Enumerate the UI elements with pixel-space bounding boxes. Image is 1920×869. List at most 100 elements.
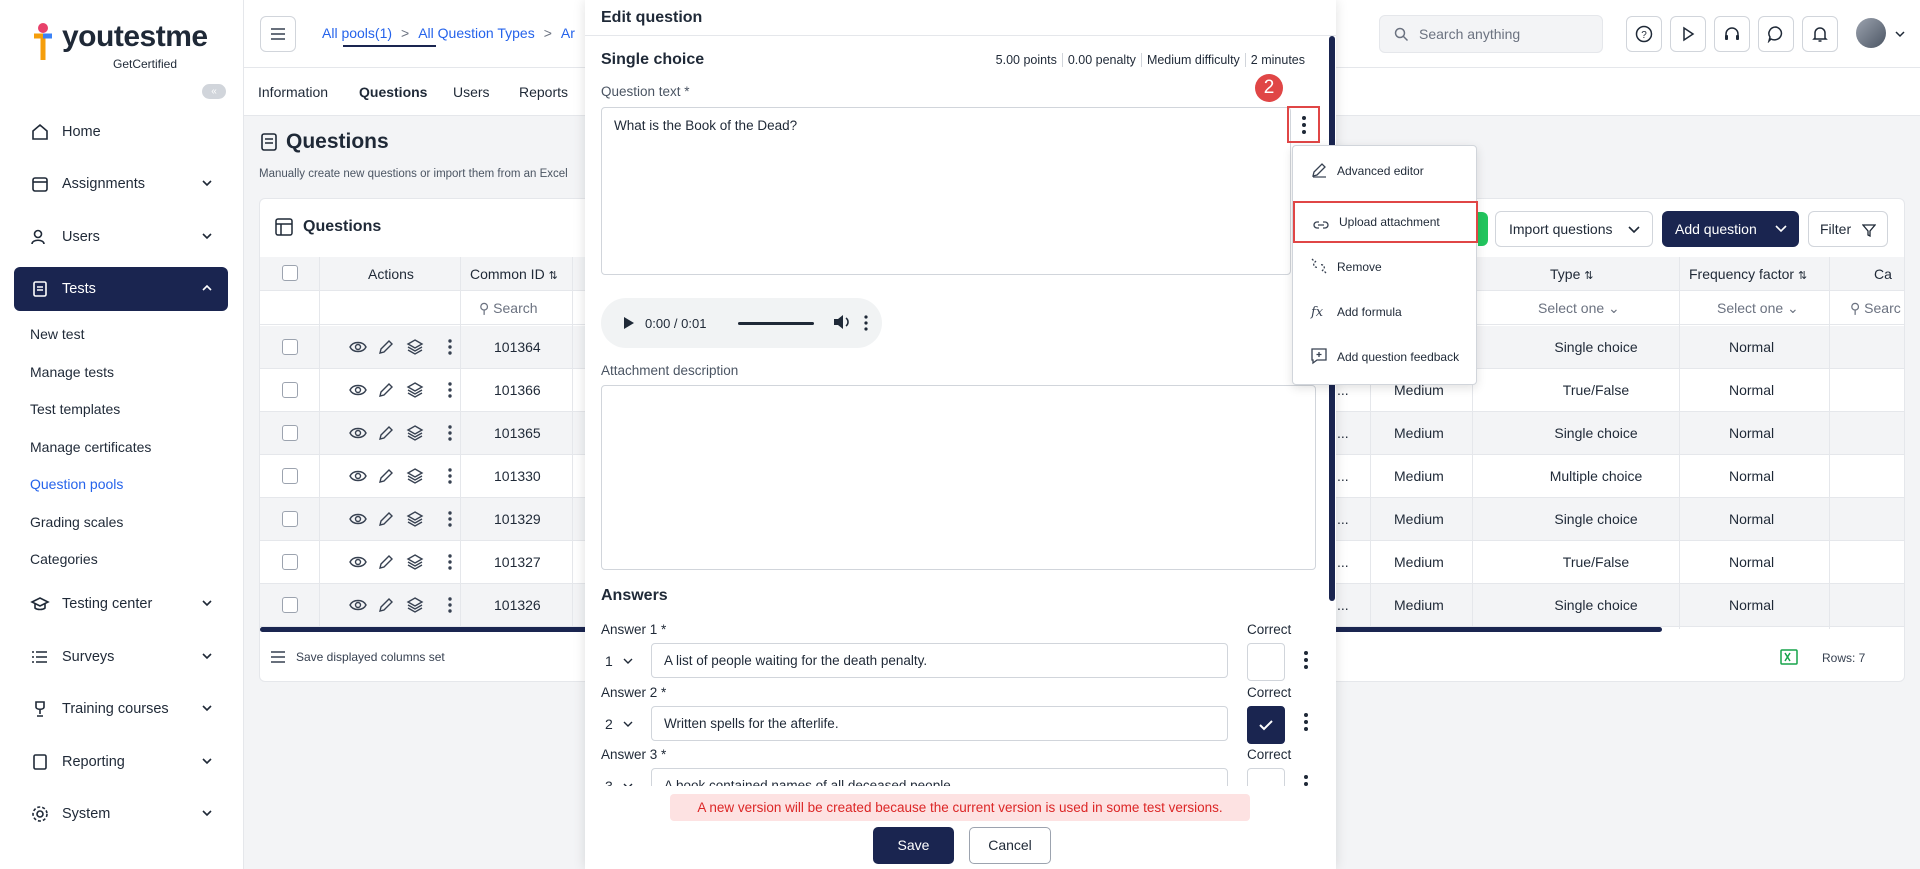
play-icon[interactable]	[623, 316, 635, 330]
nav-tests[interactable]: Tests	[14, 267, 228, 311]
nav-assignments[interactable]: Assignments	[14, 162, 228, 206]
audio-progress-track[interactable]	[738, 322, 814, 325]
correct-checkbox[interactable]	[1247, 643, 1285, 681]
sub-grading-scales[interactable]: Grading scales	[30, 514, 123, 530]
collapse-sidebar-button[interactable]: «	[202, 84, 226, 99]
sub-test-templates[interactable]: Test templates	[30, 401, 120, 417]
chevron-down-icon[interactable]	[1894, 28, 1906, 40]
answer-order-select[interactable]: 1	[605, 653, 633, 669]
global-search-input[interactable]: Search anything	[1379, 15, 1603, 53]
eye-icon[interactable]	[349, 381, 367, 399]
pencil-icon[interactable]	[377, 510, 395, 528]
th-ca[interactable]: Ca	[1874, 266, 1892, 282]
sub-question-pools[interactable]: Question pools	[30, 476, 123, 492]
notifications-button[interactable]	[1802, 16, 1838, 52]
layers-icon[interactable]	[406, 381, 424, 399]
nav-home[interactable]: Home	[14, 110, 228, 154]
menu-item-advanced-editor[interactable]: Advanced editor	[1293, 148, 1478, 193]
sub-manage-tests[interactable]: Manage tests	[30, 364, 114, 380]
nav-system[interactable]: System	[14, 792, 228, 836]
menu-item-remove[interactable]: Remove	[1293, 244, 1478, 289]
play-button[interactable]	[1670, 16, 1706, 52]
eye-icon[interactable]	[349, 467, 367, 485]
row-checkbox[interactable]	[282, 554, 298, 570]
layers-icon[interactable]	[406, 553, 424, 571]
row-checkbox[interactable]	[282, 425, 298, 441]
nav-training-courses[interactable]: Training courses	[14, 687, 228, 731]
tab-users[interactable]: Users	[453, 84, 490, 100]
crumb-current[interactable]: Ar	[561, 25, 575, 41]
pencil-icon[interactable]	[377, 381, 395, 399]
nav-reporting[interactable]: Reporting	[14, 740, 228, 784]
row-checkbox[interactable]	[282, 339, 298, 355]
attachment-description-input[interactable]	[601, 385, 1316, 570]
correct-checkbox[interactable]	[1247, 706, 1285, 744]
filter-button[interactable]: Filter	[1808, 211, 1888, 247]
row-checkbox[interactable]	[282, 468, 298, 484]
crumb-all-pools[interactable]: All pools(1)	[322, 25, 392, 41]
save-button[interactable]: Save	[873, 827, 954, 864]
tab-questions[interactable]: Questions	[359, 84, 427, 100]
add-question-button[interactable]: Add question	[1662, 211, 1799, 247]
th-type[interactable]: Type ⇅	[1550, 266, 1593, 282]
support-button[interactable]	[1714, 16, 1750, 52]
menu-item-add-formula[interactable]: fx Add formula	[1293, 289, 1478, 334]
menu-item-add-feedback[interactable]: Add question feedback	[1293, 334, 1478, 379]
tab-reports[interactable]: Reports	[519, 84, 568, 100]
layers-icon[interactable]	[406, 424, 424, 442]
menu-item-upload-attachment[interactable]: Upload attachment	[1293, 201, 1478, 243]
help-button[interactable]: ?	[1626, 16, 1662, 52]
more-vertical-icon[interactable]	[447, 424, 453, 442]
nav-testing-center[interactable]: Testing center	[14, 582, 228, 626]
pencil-icon[interactable]	[377, 596, 395, 614]
tab-information[interactable]: Information	[258, 84, 328, 100]
pencil-icon[interactable]	[377, 553, 395, 571]
crumb-all-question-types[interactable]: All Question Types	[418, 25, 534, 41]
answer-input[interactable]: Written spells for the afterlife.	[651, 706, 1228, 741]
nav-users[interactable]: Users	[14, 215, 228, 259]
eye-icon[interactable]	[349, 338, 367, 356]
layers-icon[interactable]	[406, 338, 424, 356]
eye-icon[interactable]	[349, 510, 367, 528]
excel-icon[interactable]	[1780, 649, 1798, 665]
more-vertical-icon[interactable]	[447, 381, 453, 399]
answer-input[interactable]: A list of people waiting for the death p…	[651, 643, 1228, 678]
select-all-checkbox[interactable]	[282, 265, 298, 281]
pencil-icon[interactable]	[377, 424, 395, 442]
type-filter-select[interactable]: Select one ⌄	[1538, 300, 1620, 317]
th-frequency[interactable]: Frequency factor ⇅	[1689, 266, 1807, 282]
more-vertical-icon[interactable]	[1303, 650, 1309, 670]
eye-icon[interactable]	[349, 596, 367, 614]
cancel-button[interactable]: Cancel	[969, 827, 1051, 864]
eye-icon[interactable]	[349, 424, 367, 442]
pencil-icon[interactable]	[377, 338, 395, 356]
sub-new-test[interactable]: New test	[30, 326, 84, 342]
layers-icon[interactable]	[406, 510, 424, 528]
more-vertical-icon[interactable]	[863, 315, 869, 331]
nav-surveys[interactable]: Surveys	[14, 635, 228, 679]
more-vertical-icon[interactable]	[447, 338, 453, 356]
question-options-button[interactable]	[1287, 106, 1320, 143]
more-vertical-icon[interactable]	[447, 467, 453, 485]
ca-search-input[interactable]: ⚲ Searc	[1850, 300, 1901, 317]
question-text-input[interactable]: What is the Book of the Dead?	[601, 107, 1291, 275]
row-checkbox[interactable]	[282, 382, 298, 398]
frequency-filter-select[interactable]: Select one ⌄	[1717, 300, 1799, 317]
user-avatar[interactable]	[1856, 18, 1886, 48]
common-id-search-input[interactable]: ⚲ Search	[479, 300, 538, 317]
menu-toggle-button[interactable]	[260, 16, 296, 52]
chat-button[interactable]	[1758, 16, 1794, 52]
row-checkbox[interactable]	[282, 511, 298, 527]
more-vertical-icon[interactable]	[447, 596, 453, 614]
import-questions-button[interactable]: Import questions	[1495, 211, 1653, 247]
more-vertical-icon[interactable]	[447, 510, 453, 528]
pencil-icon[interactable]	[377, 467, 395, 485]
th-common-id[interactable]: Common ID ⇅	[470, 266, 558, 282]
more-vertical-icon[interactable]	[1303, 712, 1309, 732]
more-vertical-icon[interactable]	[447, 553, 453, 571]
eye-icon[interactable]	[349, 553, 367, 571]
sub-categories[interactable]: Categories	[30, 551, 98, 567]
sub-manage-certificates[interactable]: Manage certificates	[30, 439, 151, 455]
layers-icon[interactable]	[406, 596, 424, 614]
save-columns-button[interactable]: Save displayed columns set	[270, 650, 445, 664]
